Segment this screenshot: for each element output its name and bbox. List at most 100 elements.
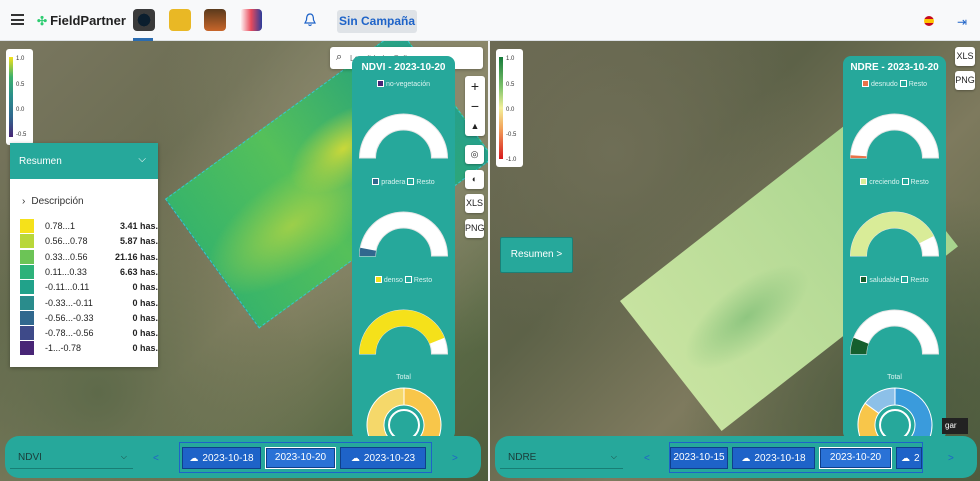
class-row: 0.33...0.56 21.16 has. — [20, 249, 160, 264]
next-dates-button[interactable]: > — [948, 453, 954, 464]
date-chip[interactable]: ☁ 2023-10-18 — [182, 447, 261, 469]
scale-tick: 1.0 — [506, 56, 515, 62]
date-label: 2023-10-18 — [202, 453, 254, 464]
class-area: 0 has. — [132, 312, 158, 323]
color-swatch — [20, 264, 34, 279]
flag-es-icon[interactable] — [924, 16, 934, 26]
date-label: 2023-10-15 — [673, 452, 725, 463]
campaign-selector[interactable]: Sin Campaña — [337, 10, 417, 33]
resumen-title: Resumen — [19, 156, 62, 167]
date-chip-active[interactable]: 2023-10-20 — [265, 447, 336, 469]
contrast-icon[interactable]: ◐ — [465, 170, 484, 189]
class-row: -0.56...-0.33 0 has. — [20, 310, 160, 325]
gauge-rest-label: Resto — [416, 179, 435, 186]
export-xls-button[interactable]: XLS — [955, 47, 975, 66]
menu-icon[interactable] — [11, 14, 24, 25]
checkbox[interactable] — [404, 276, 412, 283]
legend-toggle[interactable]: no-vegetación — [352, 80, 455, 88]
gauge-rest-label: Resto — [910, 179, 929, 186]
date-chip[interactable]: 2023-10-15 — [670, 447, 728, 469]
cloud-icon: ☁ — [189, 453, 199, 463]
ndvi-gauge-pradera[interactable] — [358, 206, 449, 258]
gauge-label: denso — [383, 277, 403, 284]
legend-toggle[interactable]: pradera Resto — [352, 178, 455, 186]
checkbox[interactable] — [377, 80, 384, 87]
workspace-icon-2[interactable] — [169, 9, 191, 31]
class-area: 0 has. — [132, 282, 158, 293]
legend-toggle[interactable]: desnudo Resto — [843, 80, 946, 88]
checkbox[interactable] — [901, 276, 909, 283]
ndre-total-donut[interactable] — [856, 386, 934, 440]
checkbox[interactable] — [861, 80, 869, 87]
class-area: 3.41 has. — [119, 221, 158, 231]
date-chip[interactable]: ☁ 2023-10-23 — [340, 447, 426, 469]
prev-dates-button[interactable]: < — [153, 453, 159, 464]
next-dates-button[interactable]: > — [452, 453, 458, 464]
class-area: 0 has. — [132, 328, 158, 339]
scale-tick: 0.5 — [506, 82, 515, 88]
resumen-button[interactable]: Resumen > — [500, 237, 573, 273]
date-chip[interactable]: ☁ 2 — [896, 447, 922, 469]
zoom-in-button[interactable]: + — [465, 76, 485, 96]
scale-tick: -1.0 — [506, 157, 517, 163]
class-area: 6.63 has. — [119, 266, 158, 277]
map-overlay-tab[interactable]: gar — [942, 418, 968, 434]
ndvi-gauge-denso[interactable] — [358, 304, 449, 356]
resumen-header[interactable]: Resumen ⌵ — [10, 143, 158, 179]
ndre-gauge-creciendo[interactable] — [849, 206, 940, 258]
checkbox[interactable] — [372, 178, 380, 185]
gauge-label: saludable — [869, 277, 900, 284]
legend-toggle[interactable]: saludable Resto — [843, 276, 946, 284]
gauge-rest-label: Resto — [908, 81, 928, 88]
scale-tick: 0.0 — [506, 107, 515, 113]
checkbox[interactable] — [407, 178, 415, 185]
legend-toggle[interactable]: denso Resto — [352, 276, 455, 284]
export-png-button[interactable]: PNG — [955, 71, 975, 90]
scale-tick: 0.5 — [16, 82, 25, 88]
color-swatch — [20, 280, 34, 295]
workspace-icon-4[interactable] — [240, 9, 262, 31]
export-png-button[interactable]: PNG — [465, 219, 485, 238]
gauge-track — [849, 113, 940, 159]
ndre-gauge-desnudo[interactable] — [849, 108, 940, 160]
chevron-down-icon[interactable]: ⌵ — [138, 154, 146, 165]
layer-select-ndre[interactable]: NDRE ⌵ — [500, 447, 623, 469]
prev-dates-button[interactable]: < — [644, 453, 650, 464]
ndvi-gauge-no-vegetacion[interactable] — [358, 108, 449, 160]
ndvi-total-donut[interactable] — [365, 386, 443, 440]
compass-icon[interactable]: ▲ — [465, 116, 485, 136]
description-label: Descripción — [31, 196, 84, 207]
ndre-gauge-saludable[interactable] — [849, 304, 940, 356]
logout-icon[interactable]: ⇥ — [957, 15, 967, 29]
gauge-fill — [850, 211, 934, 256]
zoom-out-button[interactable]: − — [465, 96, 485, 116]
workspace-icon-1[interactable] — [133, 9, 155, 31]
app-logo[interactable]: ✣ FieldPartner — [37, 13, 126, 28]
legend-toggle[interactable]: creciendo Resto — [843, 178, 946, 186]
scale-tick: 1.0 — [16, 56, 25, 62]
checkbox[interactable] — [374, 276, 382, 283]
donut-slice — [403, 387, 442, 440]
checkbox[interactable] — [901, 178, 909, 185]
class-range: -0.11...0.11 — [45, 282, 90, 293]
date-chip[interactable]: ☁ 2023-10-18 — [732, 447, 815, 469]
workspace-icon-3[interactable] — [204, 9, 226, 31]
class-row: -0.11...0.11 0 has. — [20, 280, 160, 295]
checkbox[interactable] — [899, 80, 907, 87]
chevron-down-icon: ⌵ — [610, 452, 617, 461]
bell-icon[interactable] — [304, 13, 316, 27]
export-xls-button[interactable]: XLS — [465, 194, 484, 213]
checkbox[interactable] — [860, 178, 868, 185]
checkbox[interactable] — [860, 276, 868, 283]
total-label: Total — [396, 374, 411, 381]
layer-select-ndvi[interactable]: NDVI ⌵ — [10, 447, 133, 469]
description-toggle[interactable]: › Descripción — [10, 179, 158, 207]
date-chip-active[interactable]: 2023-10-20 — [819, 447, 892, 469]
chevron-down-icon: ⌵ — [120, 452, 127, 461]
donut-slice — [366, 387, 405, 440]
ndre-chart-title: NDRE - 2023-10-20 — [850, 62, 939, 73]
class-row: -1...-0.78 0 has. — [20, 341, 160, 356]
app-name: FieldPartner — [50, 13, 126, 28]
locate-icon[interactable]: ◎ — [465, 145, 484, 164]
class-range: -0.78...-0.56 — [45, 328, 94, 339]
